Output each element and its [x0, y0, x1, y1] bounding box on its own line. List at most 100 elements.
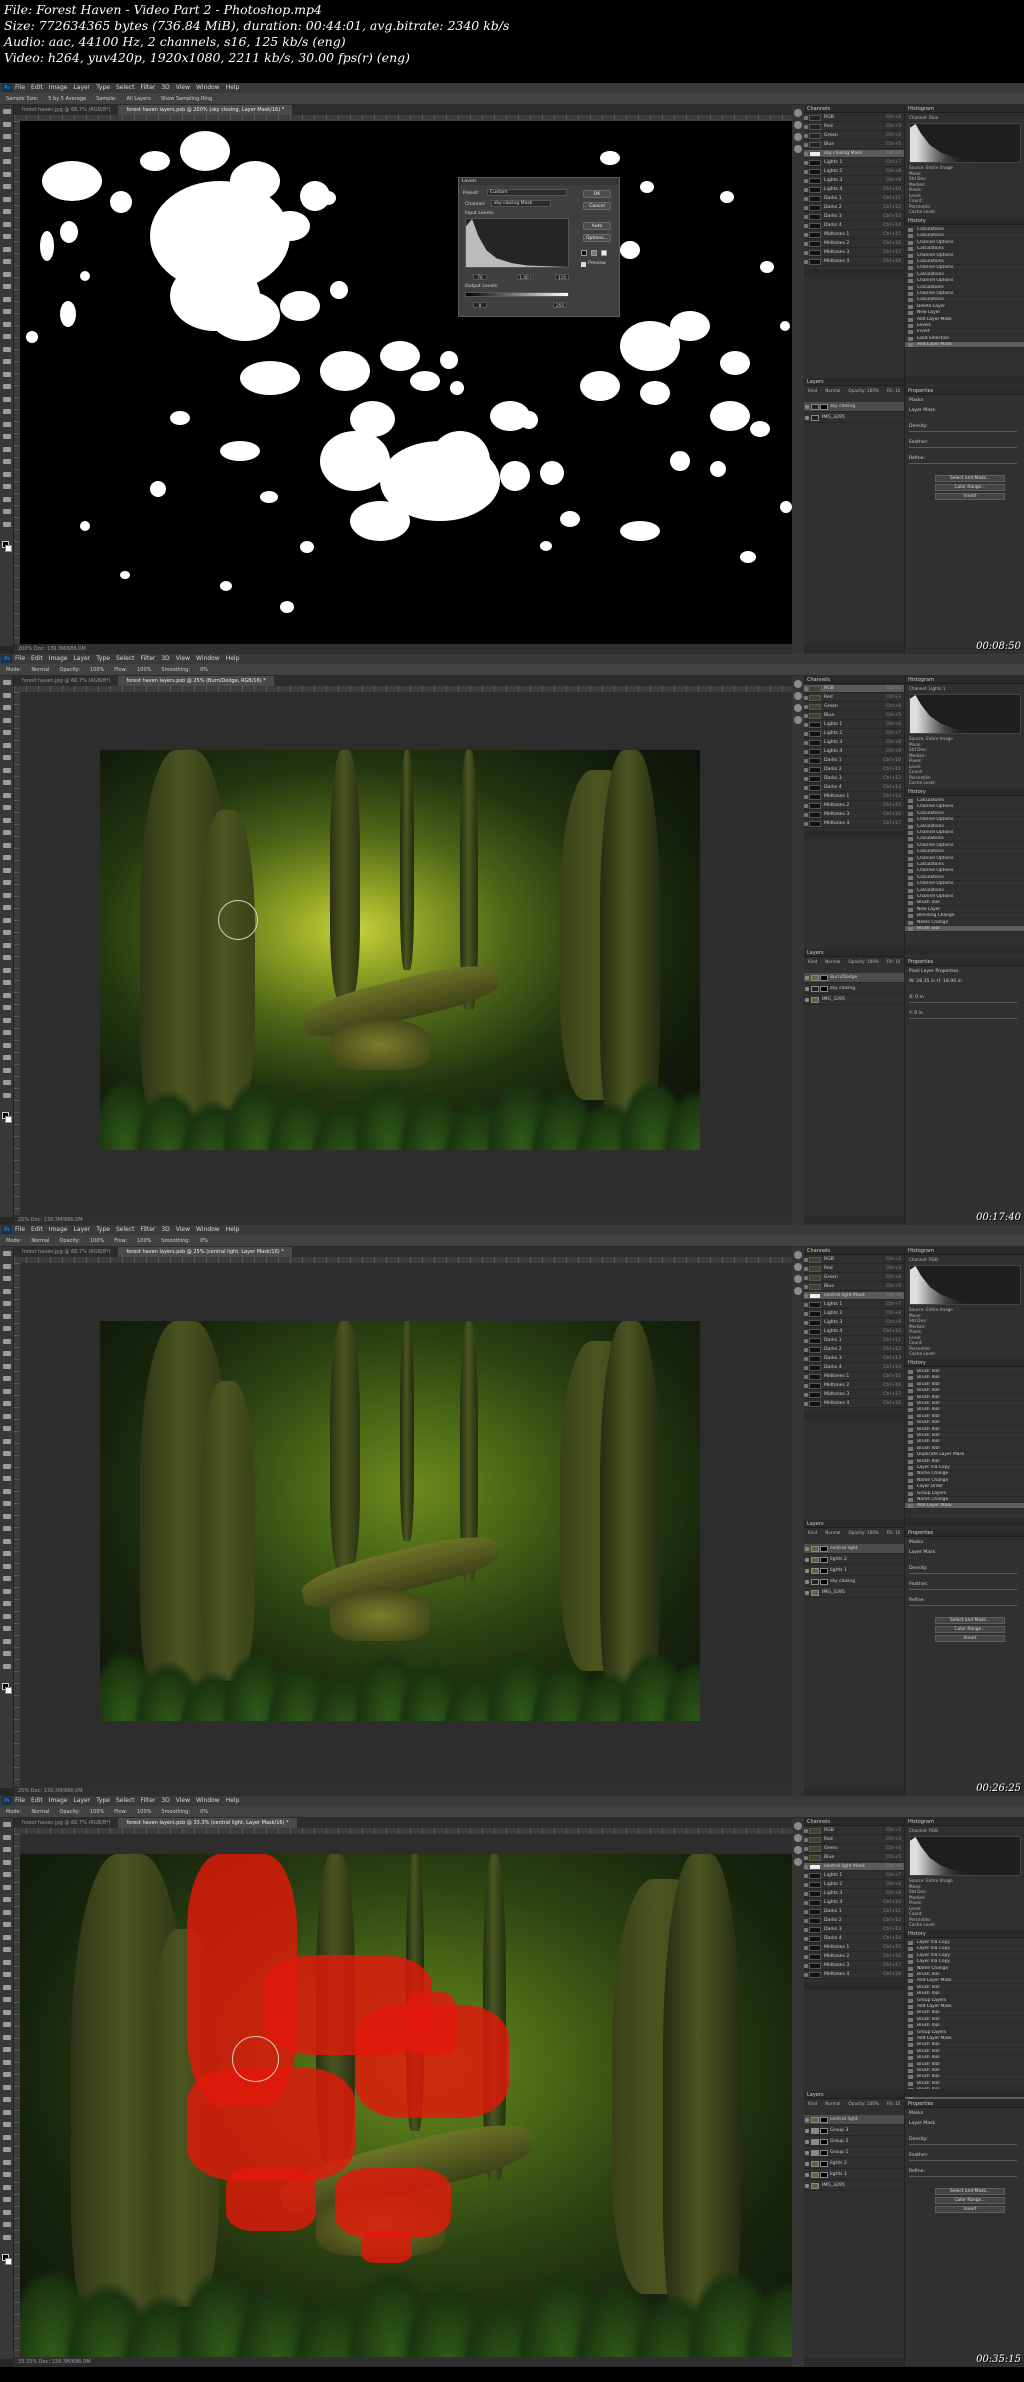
channel-row[interactable]: Lights 3 Ctrl+9: [804, 177, 904, 185]
output-level-field[interactable]: 0: [473, 302, 487, 308]
visibility-eye-icon[interactable]: [804, 1384, 808, 1388]
menu-item-image[interactable]: Image: [49, 84, 68, 91]
tool-icon[interactable]: [3, 1438, 11, 1444]
tool-icon[interactable]: [3, 2022, 11, 2027]
channel-row[interactable]: Darks 3 Ctrl+13: [804, 213, 904, 221]
menu-item-edit[interactable]: Edit: [31, 1797, 43, 1804]
channel-row[interactable]: Midtones 2 Ctrl+16: [804, 1953, 904, 1961]
channel-row[interactable]: Midtones 2 Ctrl+16: [804, 240, 904, 248]
visibility-eye-icon[interactable]: [804, 1285, 808, 1289]
channel-row[interactable]: Darks 3 Ctrl+13: [804, 1355, 904, 1363]
tool-icon[interactable]: [3, 1551, 11, 1556]
option-2[interactable]: Opacity:: [59, 1238, 80, 1244]
tool-icon[interactable]: [3, 1080, 11, 1085]
tool-icon[interactable]: [3, 1947, 11, 1952]
history-step[interactable]: Add Layer Mask: [905, 1978, 1024, 1985]
tool-icon[interactable]: [3, 2234, 11, 2240]
option-0[interactable]: Mode:: [6, 1809, 21, 1815]
tool-icon[interactable]: [3, 892, 11, 898]
doc-tab-1[interactable]: forest haven layers.psb @ 25% (central l…: [118, 1247, 292, 1257]
visibility-eye-icon[interactable]: [804, 143, 808, 147]
history-step[interactable]: Brush Tool: [905, 1991, 1024, 1998]
layer-option-1[interactable]: Normal: [825, 2101, 840, 2106]
history-step[interactable]: Layer Via Copy: [905, 1946, 1024, 1953]
property-slider[interactable]: [909, 1573, 1017, 1574]
tool-icon[interactable]: [3, 1834, 11, 1840]
ok-button[interactable]: OK: [583, 190, 611, 198]
visibility-eye-icon[interactable]: [804, 1393, 808, 1397]
property-slider[interactable]: [909, 431, 1017, 432]
dock-icon[interactable]: [794, 1275, 802, 1283]
tool-icon[interactable]: [3, 1401, 11, 1406]
visibility-eye-icon[interactable]: [804, 1258, 808, 1262]
visibility-eye-icon[interactable]: [805, 2162, 809, 2166]
history-step[interactable]: Name Change: [905, 920, 1024, 926]
channel-row[interactable]: RGB Ctrl+2: [804, 114, 904, 122]
tool-icon[interactable]: [3, 246, 11, 252]
visibility-eye-icon[interactable]: [805, 1569, 809, 1573]
tool-icon[interactable]: [3, 830, 11, 835]
visibility-eye-icon[interactable]: [804, 687, 808, 691]
doc-tab-0[interactable]: forest haven.jpg @ 66.7% (RGB/8*): [14, 676, 119, 686]
history-step[interactable]: Layer Via Copy: [905, 1940, 1024, 1946]
tool-icon[interactable]: [3, 1884, 11, 1890]
tool-icon[interactable]: [3, 1251, 11, 1256]
menu-item-help[interactable]: Help: [226, 655, 240, 662]
tool-icon[interactable]: [3, 1313, 11, 1319]
visibility-eye-icon[interactable]: [804, 1964, 808, 1968]
history-step[interactable]: Brush Tool: [905, 2062, 1024, 2068]
menu-item-3d[interactable]: 3D: [161, 84, 169, 91]
visibility-eye-icon[interactable]: [804, 786, 808, 790]
tool-icon[interactable]: [3, 259, 11, 264]
option-2[interactable]: Opacity:: [59, 1809, 80, 1815]
history-step[interactable]: Calculations: [905, 246, 1024, 253]
document-canvas[interactable]: [20, 692, 792, 1215]
history-step[interactable]: Load Selection: [905, 336, 1024, 342]
tool-icon[interactable]: [3, 1922, 11, 1927]
visibility-eye-icon[interactable]: [804, 206, 808, 210]
tool-icon[interactable]: [3, 1934, 11, 1940]
option-5[interactable]: 100%: [137, 1238, 151, 1244]
channel-row[interactable]: Red Ctrl+3: [804, 123, 904, 131]
input-level-field[interactable]: 110: [555, 274, 569, 280]
tool-icon[interactable]: [3, 992, 11, 998]
layer-row[interactable]: Group 2: [804, 2137, 904, 2147]
history-step[interactable]: Calculations: [905, 272, 1024, 278]
history-step[interactable]: Calculations: [905, 233, 1024, 240]
history-step[interactable]: Calculations: [905, 875, 1024, 881]
history-step[interactable]: Brush Tool: [905, 1375, 1024, 1382]
visibility-eye-icon[interactable]: [804, 1303, 808, 1307]
tool-icon[interactable]: [3, 1288, 11, 1294]
menu-item-window[interactable]: Window: [196, 1226, 220, 1233]
tool-icon[interactable]: [3, 209, 11, 214]
history-step[interactable]: Brush Tool: [905, 2017, 1024, 2023]
channel-row[interactable]: Red Ctrl+3: [804, 1836, 904, 1844]
menu-item-help[interactable]: Help: [226, 1797, 240, 1804]
layer-row[interactable]: sky closing: [804, 402, 904, 412]
history-step[interactable]: Calculations: [905, 862, 1024, 868]
layer-option-0[interactable]: Kind: [808, 2101, 817, 2106]
history-step[interactable]: Brush Tool: [905, 1439, 1024, 1446]
tool-icon[interactable]: [3, 1338, 11, 1344]
history-step[interactable]: Calculations: [905, 227, 1024, 233]
history-step[interactable]: Layer Via Copy: [905, 1465, 1024, 1471]
tool-icon[interactable]: [3, 1092, 11, 1098]
history-step[interactable]: Channel Options: [905, 894, 1024, 900]
tool-icon[interactable]: [3, 484, 11, 489]
channel-row[interactable]: Midtones 4 Ctrl+18: [804, 258, 904, 266]
input-level-field[interactable]: 70: [473, 274, 487, 280]
tool-icon[interactable]: [3, 1563, 11, 1569]
visibility-eye-icon[interactable]: [804, 1375, 808, 1379]
histogram-channel-select[interactable]: Channel: RGB: [909, 1257, 1020, 1263]
visibility-eye-icon[interactable]: [804, 1856, 808, 1860]
history-step[interactable]: Add Layer Mask: [905, 317, 1024, 323]
channel-row[interactable]: Midtones 1 Ctrl+15: [804, 231, 904, 239]
visibility-eye-icon[interactable]: [804, 1865, 808, 1869]
tool-icon[interactable]: [3, 471, 11, 477]
tool-icon[interactable]: [3, 1909, 11, 1915]
tool-icon[interactable]: [3, 296, 11, 302]
tool-icon[interactable]: [3, 717, 11, 723]
menu-item-filter[interactable]: Filter: [141, 84, 156, 91]
menu-item-window[interactable]: Window: [196, 84, 220, 91]
auto-button[interactable]: Auto: [583, 222, 611, 230]
